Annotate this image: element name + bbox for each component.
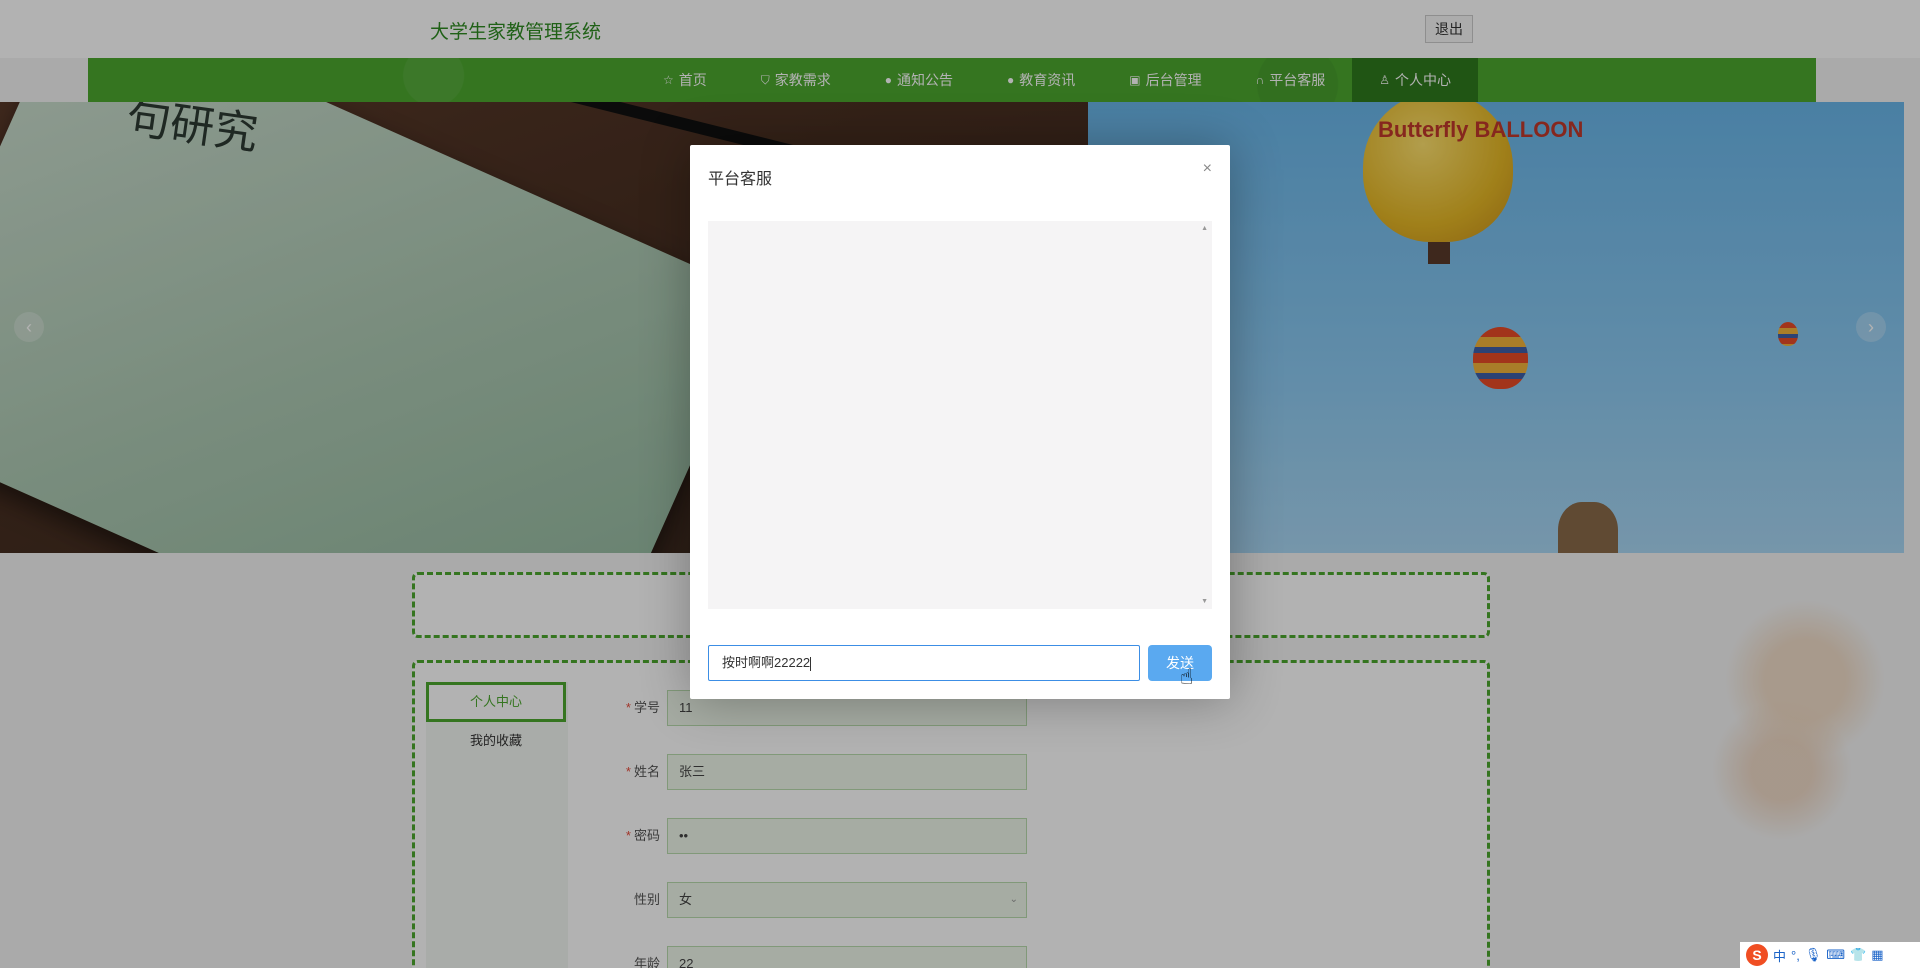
- ime-punctuation-toggle[interactable]: °,: [1791, 948, 1800, 963]
- scroll-down-arrow-icon[interactable]: ▼: [1201, 598, 1208, 605]
- keyboard-icon[interactable]: ⌨: [1826, 947, 1845, 963]
- hand-pointer-cursor-icon: ☝: [1180, 664, 1194, 689]
- close-icon[interactable]: ×: [1203, 160, 1212, 178]
- message-input-value: 按时啊啊22222: [722, 655, 811, 670]
- text-cursor: [810, 656, 812, 671]
- sogou-logo-icon[interactable]: S: [1746, 944, 1768, 966]
- scroll-up-arrow-icon[interactable]: ▲: [1201, 225, 1208, 232]
- modal-title: 平台客服: [708, 171, 773, 188]
- grid-menu-icon[interactable]: ▦: [1871, 947, 1883, 963]
- skin-shirt-icon[interactable]: 👕: [1850, 947, 1866, 963]
- customer-service-modal: 平台客服 × ▲ ▼ 按时啊啊22222 发送: [690, 145, 1230, 699]
- ime-toolbar: S 中 °, 🎙 ⌨ 👕 ▦: [1740, 942, 1920, 968]
- message-input[interactable]: 按时啊啊22222: [708, 645, 1140, 681]
- microphone-icon[interactable]: 🎙: [1805, 947, 1822, 963]
- ime-language-toggle[interactable]: 中: [1773, 946, 1786, 965]
- chat-history-area[interactable]: ▲ ▼: [708, 221, 1212, 609]
